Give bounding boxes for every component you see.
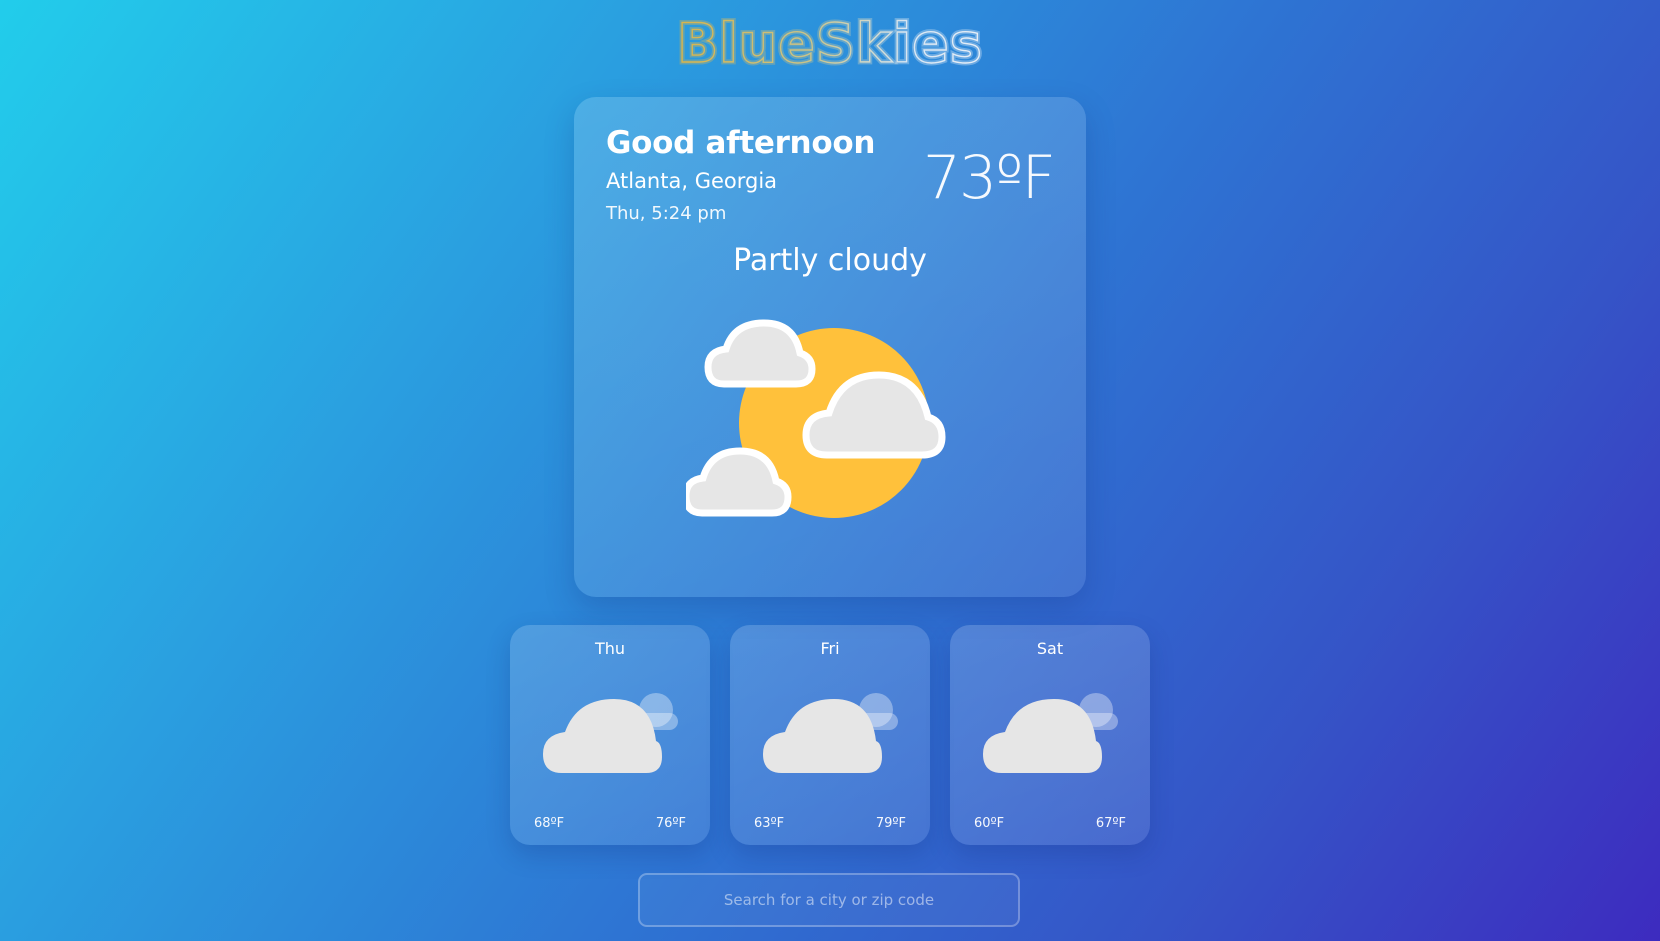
datetime: Thu, 5:24 pm: [606, 203, 727, 224]
greeting: Good afternoon: [606, 125, 876, 161]
condition: Partly cloudy: [733, 243, 927, 278]
current-weather-card: Good afternoon Atlanta, Georgia Thu, 5:2…: [574, 97, 1086, 597]
search-input[interactable]: [638, 873, 1020, 927]
logo-outline: BlueSkies: [677, 12, 983, 72]
forecast-low: 63ºF: [754, 816, 785, 831]
forecast-day: Thu: [594, 639, 626, 658]
current-temperature: 73ºF: [922, 143, 1056, 213]
forecast-card: Thu 68ºF 76ºF: [510, 625, 710, 845]
location: Atlanta, Georgia: [606, 169, 778, 193]
partly-cloudy-icon: [686, 319, 946, 518]
blueskies-logo: BlueSkies BlueSkies: [675, 10, 985, 72]
cloudy-icon: [763, 693, 898, 773]
cloudy-icon: [983, 693, 1118, 773]
forecast-card: Fri 63ºF 79ºF: [730, 625, 930, 845]
cloud-icon: [704, 319, 816, 388]
forecast-low: 60ºF: [974, 816, 1005, 831]
forecast-high: 76ºF: [655, 816, 686, 831]
forecast-card: Sat 60ºF 67ºF: [950, 625, 1150, 845]
forecast-low: 68ºF: [534, 816, 565, 831]
forecast-day: Fri: [820, 639, 840, 658]
cloudy-icon: [543, 693, 678, 773]
forecast-high: 79ºF: [875, 816, 906, 831]
forecast-day: Sat: [1036, 639, 1064, 658]
forecast-high: 67ºF: [1095, 816, 1126, 831]
